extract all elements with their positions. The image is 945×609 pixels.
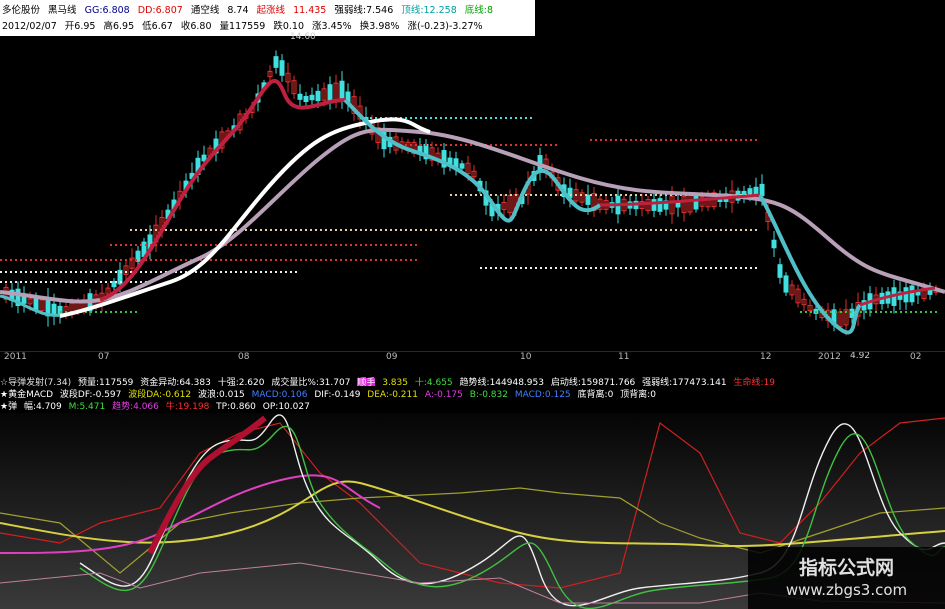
candle-body — [303, 96, 309, 102]
ind-shunshou-value: 3.835 — [382, 378, 408, 386]
time-axis: 2011 07 08 09 10 11 12 2012 02 — [0, 351, 945, 364]
candle-body — [459, 163, 465, 169]
watermark: 指标公式网 www.zbgs3.com — [748, 547, 945, 609]
red-osc-band — [147, 415, 267, 555]
ind-a: A:-0.175 — [424, 390, 463, 398]
ind-df: 波段DF:-0.597 — [59, 390, 122, 398]
ind-top-div: 顶背离:0 — [620, 390, 656, 398]
watermark-title: 指标公式网 — [798, 557, 894, 579]
ind-life: 生命线:19 — [733, 378, 775, 386]
ind-niu: 牛:19.198 — [165, 402, 210, 410]
candle-body — [675, 202, 681, 208]
ind-shiqiang: 十强:2.620 — [217, 378, 265, 386]
purple-ma-line — [0, 127, 945, 304]
axis-tick-08: 08 — [238, 352, 250, 362]
ind-trend: 趋势线:144948.953 — [459, 378, 544, 386]
ind-da: 波段DA:-0.612 — [128, 390, 192, 398]
ind-dif: DIF:-0.149 — [314, 390, 361, 398]
high-price-label: 14.60 — [290, 32, 316, 42]
ind-shunshou-label: 顺手 — [357, 378, 376, 386]
ind-zijin: 资金异动:64.383 — [140, 378, 211, 386]
indicator-row-1: ☆导弹发射(7.34) 预量:117559 资金异动:64.383 十强:2.6… — [0, 375, 945, 386]
axis-tick-12: 12 — [760, 352, 772, 362]
ind-macd: MACD:0.106 — [251, 390, 308, 398]
ind-tp: TP:0.860 — [216, 402, 256, 410]
moving-averages — [0, 79, 945, 335]
ind-shi: 十:4.655 — [414, 378, 453, 386]
candle-body — [693, 195, 699, 210]
candle-body — [783, 275, 789, 293]
indicator-row-3: ★弹 幅:4.709 M:5.471 趋势:4.066 牛:19.198 TP:… — [0, 399, 945, 410]
ind-yuliang: 预量:117559 — [78, 378, 134, 386]
ind-op: OP:10.027 — [262, 402, 310, 410]
candle-body — [777, 264, 783, 278]
yellow-line — [0, 480, 945, 548]
ind-dea: DEA:-0.211 — [367, 390, 418, 398]
ind-m: M:5.471 — [68, 402, 106, 410]
candle-body — [759, 183, 765, 197]
ind-qushi: 趋势:4.066 — [112, 402, 159, 410]
candle-body — [315, 90, 321, 102]
axis-tick-07: 07 — [98, 352, 110, 362]
candle-body — [309, 94, 315, 101]
candle-body — [327, 84, 333, 102]
ind-start: 启动线:159871.766 — [550, 378, 636, 386]
candle-body — [279, 60, 285, 76]
candle-body — [297, 93, 303, 100]
kline-chart[interactable] — [0, 0, 945, 351]
candle-body — [771, 239, 777, 249]
ind-fu: 幅:4.709 — [23, 402, 62, 410]
candle-body — [51, 303, 57, 315]
candle-body — [909, 285, 915, 303]
axis-tick-10: 10 — [520, 352, 532, 362]
ind-macd2: MACD:0.125 — [514, 390, 571, 398]
indicator-row-2: ★黄金MACD 波段DF:-0.597 波段DA:-0.612 波浪:0.015… — [0, 387, 945, 398]
axis-tick-09: 09 — [386, 352, 398, 362]
ind-b: B:-0.832 — [469, 390, 508, 398]
axis-tick-2012: 2012 — [818, 352, 841, 362]
candle-body — [339, 80, 345, 100]
axis-tick-02: 02 — [910, 352, 922, 362]
ind-tan[interactable]: ★弹 — [0, 402, 17, 410]
ind-bottom-div: 底背离:0 — [577, 390, 614, 398]
axis-tick-11: 11 — [618, 352, 630, 362]
candle-body — [657, 198, 663, 212]
candle-body — [903, 287, 909, 303]
ind-strength: 强弱线:177473.141 — [642, 378, 727, 386]
axis-tick-2011: 2011 — [4, 352, 27, 362]
ind-missile[interactable]: ☆导弹发射(7.34) — [0, 378, 71, 386]
candle-body — [273, 56, 279, 68]
ind-wave: 波浪:0.015 — [197, 390, 245, 398]
candle-body — [849, 308, 855, 318]
ind-volume-ratio: 成交量比%:31.707 — [271, 378, 351, 386]
candle-body — [651, 199, 657, 211]
watermark-url[interactable]: www.zbgs3.com — [748, 581, 945, 599]
candle-body — [585, 194, 591, 205]
ind-gold-macd[interactable]: ★黄金MACD — [0, 390, 53, 398]
red-ma-line — [99, 79, 346, 302]
